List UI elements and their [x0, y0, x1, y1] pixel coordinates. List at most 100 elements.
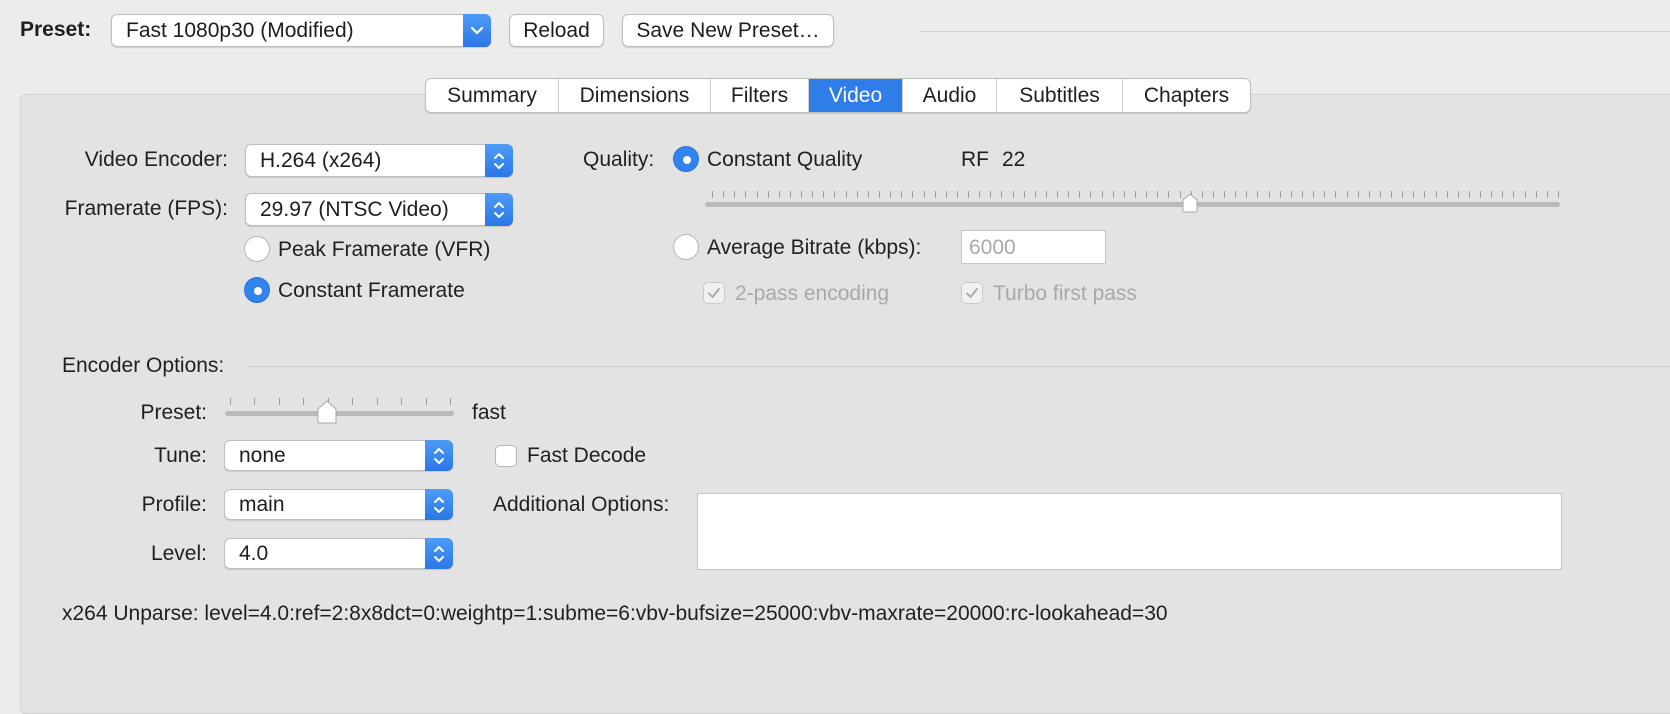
slider-tick: [934, 191, 936, 198]
rf-label: RF: [961, 148, 989, 171]
slider-tick: [1535, 191, 1537, 198]
slider-tick: [1335, 191, 1337, 198]
rf-value: 22: [1002, 148, 1026, 171]
slider-tick: [1012, 191, 1014, 198]
preset-dropdown[interactable]: Fast 1080p30 (Modified): [111, 14, 491, 47]
profile-select[interactable]: main: [224, 489, 453, 520]
slider-tick: [756, 191, 758, 198]
average-bitrate-field[interactable]: 6000: [961, 230, 1106, 264]
slider-tick: [1001, 191, 1003, 198]
encoder-options-label: Encoder Options:: [62, 354, 225, 377]
slider-tick: [923, 191, 925, 198]
tab-bar: Summary Dimensions Filters Video Audio S…: [425, 78, 1251, 113]
slider-tick: [789, 191, 791, 198]
slider-tick: [901, 191, 903, 198]
framerate-value: 29.97 (NTSC Video): [260, 197, 449, 221]
preset-label: Preset:: [20, 18, 92, 41]
slider-tick: [778, 191, 780, 198]
tab-video[interactable]: Video: [809, 79, 903, 112]
tab-chapters[interactable]: Chapters: [1123, 79, 1250, 112]
slider-tick: [1402, 191, 1404, 198]
slider-tick: [1435, 191, 1437, 198]
additional-options-field[interactable]: [697, 493, 1562, 570]
framerate-select[interactable]: 29.97 (NTSC Video): [245, 193, 513, 226]
fast-decode-label[interactable]: Fast Decode: [527, 444, 646, 468]
tab-dimensions[interactable]: Dimensions: [559, 79, 711, 112]
tab-subtitles[interactable]: Subtitles: [997, 79, 1123, 112]
top-separator: [920, 31, 1670, 32]
slider-tick: [867, 191, 869, 198]
slider-tick: [1313, 191, 1315, 198]
slider-tick: [1034, 191, 1036, 198]
tab-audio[interactable]: Audio: [903, 79, 997, 112]
preset-dropdown-value: Fast 1080p30 (Modified): [126, 18, 354, 42]
slider-tick: [1068, 191, 1070, 198]
two-pass-label[interactable]: 2-pass encoding: [735, 282, 889, 306]
slider-tick: [1457, 191, 1459, 198]
video-encoder-label: Video Encoder:: [84, 148, 228, 171]
slider-tick: [1413, 191, 1415, 198]
slider-tick: [1391, 191, 1393, 198]
level-value: 4.0: [239, 541, 269, 565]
slider-tick: [878, 191, 880, 198]
slider-tick: [1268, 191, 1270, 198]
slider-tick: [1224, 191, 1226, 198]
encoder-preset-slider-ticks: [230, 398, 451, 406]
constant-framerate-label[interactable]: Constant Framerate: [278, 279, 465, 303]
tune-select[interactable]: none: [224, 440, 453, 471]
constant-quality-radio[interactable]: [673, 146, 699, 172]
slider-tick: [968, 191, 970, 198]
slider-tick: [823, 191, 825, 198]
reload-button[interactable]: Reload: [509, 14, 604, 47]
average-bitrate-label[interactable]: Average Bitrate (kbps):: [707, 236, 921, 260]
encoder-preset-slider-thumb[interactable]: [315, 400, 339, 430]
slider-tick: [1157, 191, 1159, 198]
slider-tick: [278, 398, 280, 405]
tune-value: none: [239, 443, 286, 467]
rf-slider-track[interactable]: [705, 202, 1560, 207]
peak-framerate-radio[interactable]: [244, 236, 270, 262]
fast-decode-checkbox[interactable]: [495, 445, 517, 467]
slider-tick: [450, 398, 451, 405]
slider-tick: [401, 398, 403, 405]
save-new-preset-button[interactable]: Save New Preset…: [622, 14, 834, 47]
slider-tick: [912, 191, 914, 198]
quality-label: Quality:: [583, 148, 655, 171]
turbo-first-pass-checkbox[interactable]: [961, 282, 983, 304]
updown-chevron-icon: [485, 144, 513, 177]
video-encoder-select[interactable]: H.264 (x264): [245, 144, 513, 177]
tab-summary[interactable]: Summary: [426, 79, 559, 112]
slider-tick: [1379, 191, 1381, 198]
slider-tick: [1079, 191, 1081, 198]
slider-tick: [745, 191, 747, 198]
turbo-first-pass-label[interactable]: Turbo first pass: [993, 282, 1137, 306]
x264-unparse-text: x264 Unparse: level=4.0:ref=2:8x8dct=0:w…: [62, 602, 1168, 625]
level-label: Level:: [150, 542, 207, 565]
rf-slider-thumb[interactable]: [1180, 193, 1200, 219]
average-bitrate-radio[interactable]: [673, 234, 699, 260]
slider-tick: [1324, 191, 1326, 198]
slider-tick: [254, 398, 256, 405]
slider-tick: [1290, 191, 1292, 198]
tab-filters[interactable]: Filters: [711, 79, 809, 112]
slider-tick: [1146, 191, 1148, 198]
two-pass-checkbox[interactable]: [703, 282, 725, 304]
slider-tick: [376, 398, 378, 405]
slider-tick: [723, 191, 725, 198]
slider-tick: [1257, 191, 1259, 198]
slider-tick: [1480, 191, 1482, 198]
constant-quality-label[interactable]: Constant Quality: [707, 148, 862, 172]
constant-framerate-radio[interactable]: [244, 277, 270, 303]
slider-tick: [890, 191, 892, 198]
slider-tick: [1346, 191, 1348, 198]
slider-tick: [1201, 191, 1203, 198]
slider-tick: [956, 191, 958, 198]
slider-tick: [812, 191, 814, 198]
encoder-preset-slider-track[interactable]: [225, 411, 454, 416]
encoder-options-separator: [248, 366, 1670, 367]
level-select[interactable]: 4.0: [224, 538, 453, 569]
slider-tick: [1212, 191, 1214, 198]
slider-tick: [767, 191, 769, 198]
peak-framerate-label[interactable]: Peak Framerate (VFR): [278, 238, 490, 262]
slider-tick: [425, 398, 427, 405]
